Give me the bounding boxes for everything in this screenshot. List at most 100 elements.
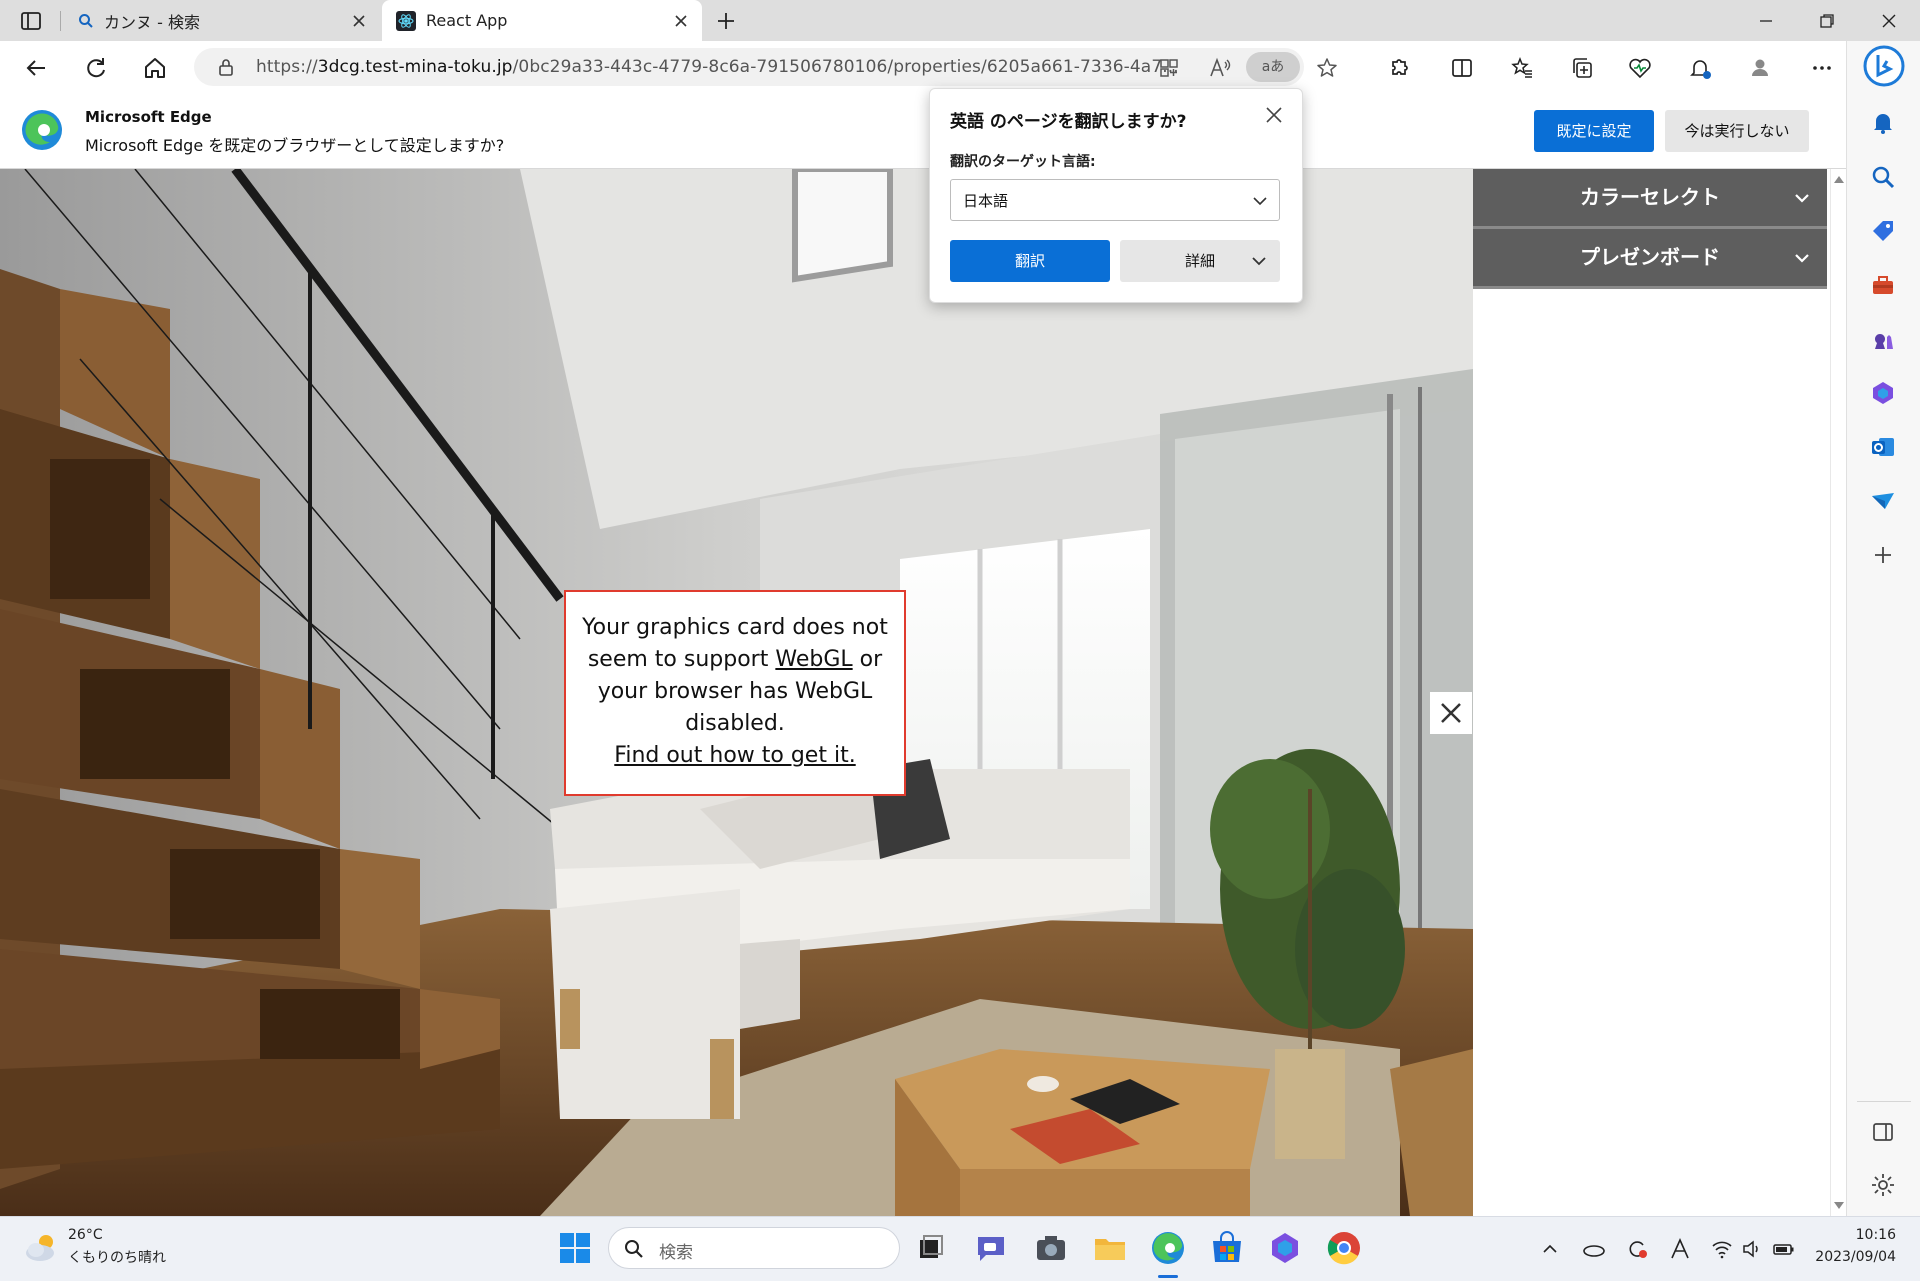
battery-icon[interactable] [1772,1237,1796,1261]
hide-sidebar-icon[interactable] [1869,1118,1897,1146]
clock-date[interactable]: 2023/09/04 [1815,1249,1896,1265]
minimize-icon[interactable] [1755,10,1777,32]
webgl-link[interactable]: WebGL [775,647,852,672]
close-icon[interactable] [1264,105,1284,125]
bell-icon[interactable] [1869,109,1897,137]
tab-title: React App [426,11,508,30]
accordion-presentation-board[interactable]: プレゼンボード [1473,229,1827,289]
scroll-up-icon[interactable] [1834,175,1844,183]
chevron-down-icon [1793,189,1811,207]
browser-essentials-icon[interactable] [1626,54,1654,82]
set-default-button[interactable]: 既定に設定 [1534,110,1654,152]
target-language-select[interactable]: 日本語 [950,179,1280,221]
task-view-icon[interactable] [912,1229,950,1267]
new-tab-icon[interactable] [714,9,738,33]
refresh-icon[interactable] [82,54,110,82]
close-tab-icon[interactable] [350,12,368,30]
collections-icon[interactable] [1568,54,1596,82]
edge-taskbar-icon[interactable] [1149,1229,1187,1267]
chevron-down-icon [1251,192,1269,210]
ime-mode-icon[interactable] [1668,1237,1692,1261]
weather-cloud-icon[interactable] [22,1229,60,1267]
shopping-tag-icon[interactable] [1869,217,1897,245]
drop-icon[interactable] [1869,487,1897,515]
camera-icon[interactable] [1032,1229,1070,1267]
chevron-down-icon [1793,249,1811,267]
not-now-button[interactable]: 今は実行しない [1665,110,1809,152]
tab-search[interactable]: カンヌ - 検索 [66,0,380,41]
home-icon[interactable] [141,54,169,82]
restore-icon[interactable] [1816,10,1838,32]
games-icon[interactable] [1869,325,1897,353]
outlook-icon[interactable] [1869,433,1897,461]
translate-title: 英語 のページを翻訳しますか? [950,112,1187,132]
sync-icon[interactable] [1625,1237,1649,1261]
more-options-button[interactable]: 詳細 [1120,240,1280,282]
weather-description[interactable]: くもりのち晴れ [68,1247,166,1267]
translate-button[interactable]: aあ [1246,52,1300,82]
taskbar-search[interactable]: 検索 [608,1227,900,1269]
page-scrollbar[interactable] [1830,169,1847,1216]
translate-button[interactable]: 翻訳 [950,240,1110,282]
back-icon[interactable] [23,54,51,82]
tab-strip: カンヌ - 検索 React App [0,0,1920,41]
url-scheme: https:// [256,57,318,77]
bing-copilot-icon[interactable] [1863,45,1905,87]
close-tab-icon[interactable] [672,12,690,30]
windows-start-icon[interactable] [556,1229,594,1267]
clock-time[interactable]: 10:16 [1856,1227,1896,1243]
chevron-down-icon [1250,252,1268,270]
accordion-color-select[interactable]: カラーセレクト [1473,169,1827,229]
scroll-down-icon[interactable] [1834,1202,1844,1210]
extensions-icon[interactable] [1385,54,1413,82]
accordion-label: プレゼンボード [1580,245,1720,269]
coffee-table [895,1049,1270,1216]
microsoft365-icon[interactable] [1869,379,1897,407]
onedrive-icon[interactable] [1582,1237,1606,1261]
close-icon[interactable] [1430,692,1472,734]
split-screen-icon[interactable] [1448,54,1476,82]
favorite-star-icon[interactable] [1315,56,1339,80]
url-text[interactable]: https://3dcg.test-mina-toku.jp/0bc29a33-… [256,57,1179,77]
get-webgl-link[interactable]: Find out how to get it. [614,743,855,768]
tab-title: カンヌ - 検索 [104,12,200,32]
react-icon [396,10,416,31]
wifi-icon[interactable] [1710,1237,1734,1261]
add-icon[interactable] [1869,541,1897,569]
app-available-icon[interactable] [1158,57,1180,79]
taskbar-search-placeholder: 検索 [659,1243,693,1263]
weather-temperature[interactable]: 26°C [68,1227,103,1243]
close-window-icon[interactable] [1878,10,1900,32]
microsoft-store-icon[interactable] [1208,1229,1246,1267]
lock-icon[interactable] [216,57,236,77]
tools-icon[interactable] [1869,271,1897,299]
tab-divider [60,11,61,31]
tab-actions-icon[interactable] [20,10,42,32]
upper-window [792,169,893,283]
accordion-label: カラーセレクト [1580,185,1720,209]
search-icon[interactable] [1869,163,1897,191]
chrome-icon[interactable] [1325,1229,1363,1267]
copilot-app-icon[interactable] [1266,1229,1304,1267]
url-path: /0bc29a33-443c-4779-8c6a-791506780106/pr… [512,57,1179,77]
search-icon [78,13,94,29]
volume-icon[interactable] [1740,1237,1764,1261]
side-panel: カラーセレクト プレゼンボード [1473,169,1846,1216]
sidebar-divider [1857,1101,1911,1102]
teams-chat-icon[interactable] [972,1229,1010,1267]
more-menu-icon[interactable] [1808,54,1836,82]
read-aloud-icon[interactable] [1208,56,1232,80]
favorites-icon[interactable] [1508,54,1536,82]
chevron-up-icon[interactable] [1538,1237,1562,1261]
edge-logo-icon [20,108,64,152]
settings-gear-icon[interactable] [1869,1171,1897,1199]
address-bar[interactable]: https://3dcg.test-mina-toku.jp/0bc29a33-… [194,48,1337,86]
profile-icon[interactable] [1746,54,1774,82]
notifications-icon[interactable] [1686,54,1714,82]
url-host: 3dcg.test-mina-toku.jp [317,57,513,77]
active-app-indicator [1158,1275,1178,1278]
tab-react-app[interactable]: React App [382,0,702,41]
file-explorer-icon[interactable] [1091,1229,1129,1267]
default-browser-infobar: Microsoft Edge Microsoft Edge を既定のブラウザーと… [0,94,1846,169]
search-icon [623,1238,645,1260]
